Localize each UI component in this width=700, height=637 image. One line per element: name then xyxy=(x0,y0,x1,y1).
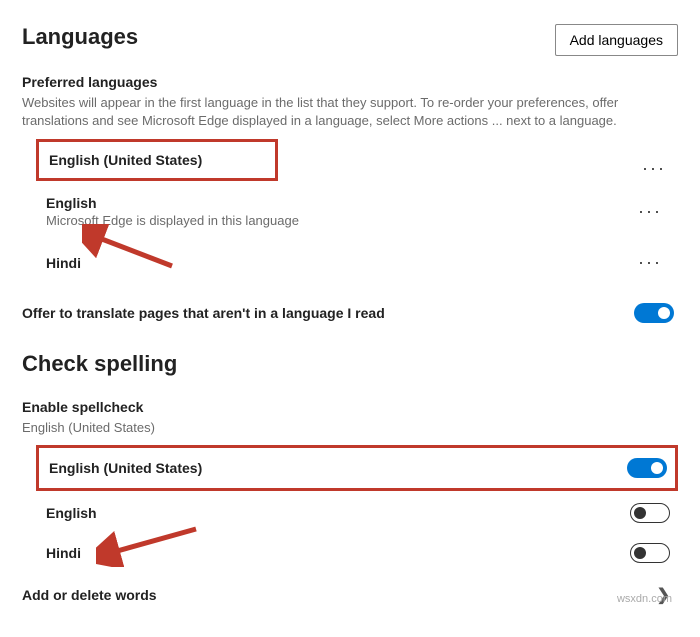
language-name: English (United States) xyxy=(49,152,202,168)
language-subtext: Microsoft Edge is displayed in this lang… xyxy=(46,213,299,228)
offer-translate-label: Offer to translate pages that aren't in … xyxy=(22,305,385,321)
spellcheck-toggle-hi[interactable] xyxy=(630,543,670,563)
preferred-languages-description: Websites will appear in the first langua… xyxy=(22,94,678,129)
language-name: Hindi xyxy=(46,255,81,271)
check-spelling-heading: Check spelling xyxy=(22,351,678,377)
more-actions-icon[interactable]: ··· xyxy=(634,154,674,183)
offer-translate-row: Offer to translate pages that aren't in … xyxy=(22,303,678,323)
spellcheck-language-name: Hindi xyxy=(46,545,81,561)
language-row-en: English Microsoft Edge is displayed in t… xyxy=(22,185,678,238)
offer-translate-toggle[interactable] xyxy=(634,303,674,323)
language-row-hi: Hindi ··· xyxy=(22,238,678,287)
add-languages-button[interactable]: Add languages xyxy=(555,24,678,56)
spellcheck-row-en-us: English (United States) xyxy=(39,448,675,488)
language-row-en-us: English (United States) xyxy=(36,139,278,181)
spellcheck-toggle-en[interactable] xyxy=(630,503,670,523)
more-actions-icon[interactable]: ··· xyxy=(630,248,670,277)
spellcheck-row-hi: Hindi xyxy=(22,533,678,573)
spellcheck-row-en: English xyxy=(22,493,678,533)
watermark-text: wsxdn.com xyxy=(617,593,672,605)
spellcheck-language-name: English (United States) xyxy=(49,460,202,476)
enable-spellcheck-sub: English (United States) xyxy=(22,419,678,437)
spellcheck-language-name: English xyxy=(46,505,97,521)
enable-spellcheck-heading: Enable spellcheck xyxy=(22,399,678,415)
add-delete-words-label: Add or delete words xyxy=(22,587,157,603)
preferred-languages-heading: Preferred languages xyxy=(22,74,678,90)
spellcheck-toggle-en-us[interactable] xyxy=(627,458,667,478)
add-delete-words-button[interactable]: Add or delete words ❯ xyxy=(22,573,678,609)
languages-heading: Languages xyxy=(22,24,138,50)
language-name: English xyxy=(46,195,299,211)
more-actions-icon[interactable]: ··· xyxy=(630,197,670,226)
